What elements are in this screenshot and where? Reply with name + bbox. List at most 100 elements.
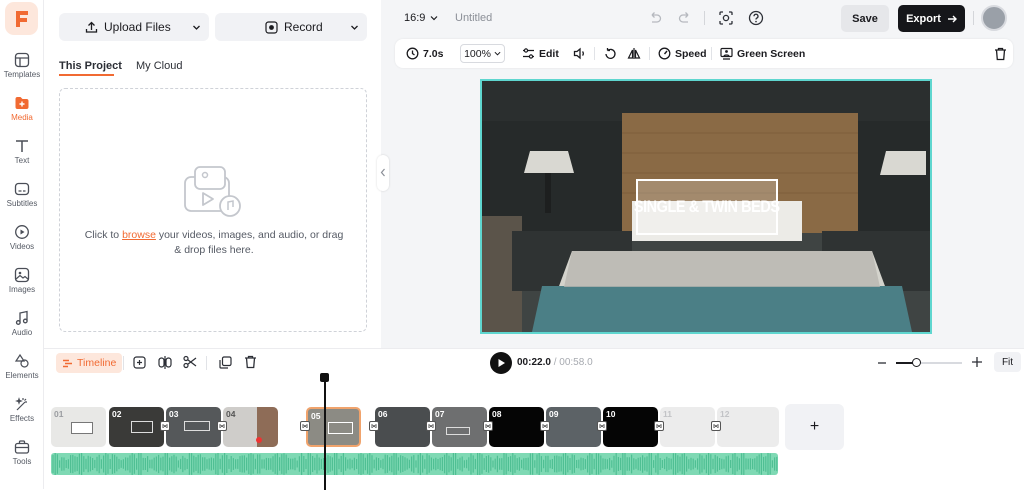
clip-number: 03 xyxy=(169,409,179,419)
transition-icon[interactable]: ⋈ xyxy=(369,421,379,431)
clip-01[interactable]: 01 xyxy=(51,407,106,447)
play-button[interactable] xyxy=(490,352,512,374)
upload-files-label: Upload Files xyxy=(104,20,171,34)
transition-icon[interactable]: ⋈ xyxy=(654,421,664,431)
sidebar-item-label: Templates xyxy=(3,70,41,79)
clip-03[interactable]: 03 xyxy=(166,407,221,447)
collapse-panel-handle[interactable] xyxy=(377,155,389,191)
playhead[interactable] xyxy=(324,375,326,490)
clip-04[interactable]: 04 xyxy=(223,407,278,447)
chevron-left-icon xyxy=(380,168,385,177)
sidebar-item-text[interactable]: Text xyxy=(0,136,44,176)
browse-link[interactable]: browse xyxy=(122,229,156,241)
clip-06[interactable]: 06 xyxy=(375,407,430,447)
chevron-down-icon[interactable] xyxy=(192,23,201,32)
clip-02[interactable]: 02 xyxy=(109,407,164,447)
zoom-select[interactable]: 100% xyxy=(460,44,505,63)
drop-instructions: Click to browse your videos, images, and… xyxy=(80,228,348,258)
clip-11[interactable]: 11 xyxy=(660,407,715,447)
zoom-slider-handle[interactable] xyxy=(911,358,921,367)
divider xyxy=(973,11,974,25)
title-overlay[interactable]: SINGLE & TWIN BEDS xyxy=(634,179,780,235)
zoom-in-icon[interactable] xyxy=(971,356,983,368)
avatar[interactable] xyxy=(981,5,1007,31)
add-track-icon[interactable] xyxy=(133,356,146,369)
sidebar-item-label: Images xyxy=(8,285,36,294)
flip-icon[interactable] xyxy=(627,47,641,60)
timeline-toggle[interactable]: Timeline xyxy=(56,353,123,373)
video-preview[interactable]: SINGLE & TWIN BEDS xyxy=(480,79,932,334)
export-label: Export xyxy=(906,12,941,25)
edit-button[interactable]: Edit xyxy=(522,39,559,68)
timeline-label: Timeline xyxy=(77,357,117,369)
sidebar-item-label: Videos xyxy=(9,242,35,251)
tab-this-project[interactable]: This Project xyxy=(59,60,122,72)
sidebar-item-label: Media xyxy=(11,113,33,122)
zoom-out-icon[interactable] xyxy=(877,358,887,368)
clip-08[interactable]: 08 xyxy=(489,407,544,447)
clip-thumbnail xyxy=(446,427,470,435)
divider xyxy=(704,11,705,25)
drop-zone[interactable]: Click to browse your videos, images, and… xyxy=(59,88,367,332)
duplicate-icon[interactable] xyxy=(219,356,232,369)
tools-icon xyxy=(14,440,30,454)
clip-07[interactable]: 07 xyxy=(432,407,487,447)
clip-number: 07 xyxy=(435,409,445,419)
transition-icon[interactable]: ⋈ xyxy=(217,421,227,431)
clip-12[interactable]: 12 xyxy=(717,407,779,447)
time-display: 00:22.0 / 00:58.0 xyxy=(517,357,593,368)
undo-icon[interactable] xyxy=(648,11,662,25)
sidebar-item-subtitles[interactable]: Subtitles xyxy=(0,179,44,219)
speed-button[interactable]: Speed xyxy=(658,39,707,68)
help-icon[interactable] xyxy=(748,10,764,26)
sidebar-item-elements[interactable]: Elements xyxy=(0,351,44,391)
sidebar-item-effects[interactable]: Effects xyxy=(0,394,44,434)
aspect-ratio-select[interactable]: 16:9 xyxy=(404,12,438,24)
save-button[interactable]: Save xyxy=(841,5,889,32)
export-button[interactable]: Export xyxy=(898,5,965,32)
project-title[interactable]: Untitled xyxy=(455,12,492,24)
trash-icon[interactable] xyxy=(244,355,257,369)
transition-icon[interactable]: ⋈ xyxy=(426,421,436,431)
clip-number: 02 xyxy=(112,409,122,419)
clip-09[interactable]: 09 xyxy=(546,407,601,447)
sidebar-item-videos[interactable]: Videos xyxy=(0,222,44,262)
clip-thumbnail xyxy=(256,437,262,443)
duration-button[interactable]: 7.0s xyxy=(406,39,443,68)
transition-icon[interactable]: ⋈ xyxy=(540,421,550,431)
record-icon xyxy=(265,20,278,34)
volume-icon[interactable] xyxy=(573,47,586,60)
clip-05[interactable]: 05 xyxy=(306,407,361,447)
transition-icon[interactable]: ⋈ xyxy=(711,421,721,431)
transition-icon[interactable]: ⋈ xyxy=(160,421,170,431)
templates-icon xyxy=(14,52,30,68)
sidebar-item-label: Tools xyxy=(12,457,32,466)
tab-my-cloud[interactable]: My Cloud xyxy=(136,60,182,72)
record-button[interactable]: Record xyxy=(215,13,367,41)
chevron-down-icon xyxy=(430,16,438,21)
upload-files-button[interactable]: Upload Files xyxy=(59,13,209,41)
transition-icon[interactable]: ⋈ xyxy=(300,421,310,431)
add-clip-button[interactable]: + xyxy=(785,404,844,450)
sidebar-item-media[interactable]: Media xyxy=(0,93,44,133)
app-logo[interactable] xyxy=(5,2,38,35)
total-time: 00:58.0 xyxy=(559,357,593,368)
clip-10[interactable]: 10 xyxy=(603,407,658,447)
transition-icon[interactable]: ⋈ xyxy=(483,421,493,431)
sidebar-item-tools[interactable]: Tools xyxy=(0,437,44,477)
redo-icon[interactable] xyxy=(678,11,692,25)
zoom-slider[interactable] xyxy=(896,358,962,367)
fit-button[interactable]: Fit xyxy=(994,352,1021,372)
snapshot-icon[interactable] xyxy=(718,10,734,26)
green-screen-button[interactable]: Green Screen xyxy=(720,39,805,68)
sidebar-item-templates[interactable]: Templates xyxy=(0,50,44,90)
rotate-icon[interactable] xyxy=(604,47,617,60)
trash-icon[interactable] xyxy=(994,47,1007,61)
audio-track[interactable] xyxy=(51,453,778,475)
transition-icon[interactable]: ⋈ xyxy=(597,421,607,431)
split-icon[interactable] xyxy=(158,356,172,369)
chevron-down-icon[interactable] xyxy=(350,23,359,32)
scissors-icon[interactable] xyxy=(183,355,197,369)
sidebar-item-audio[interactable]: Audio xyxy=(0,308,44,348)
sidebar-item-images[interactable]: Images xyxy=(0,265,44,305)
